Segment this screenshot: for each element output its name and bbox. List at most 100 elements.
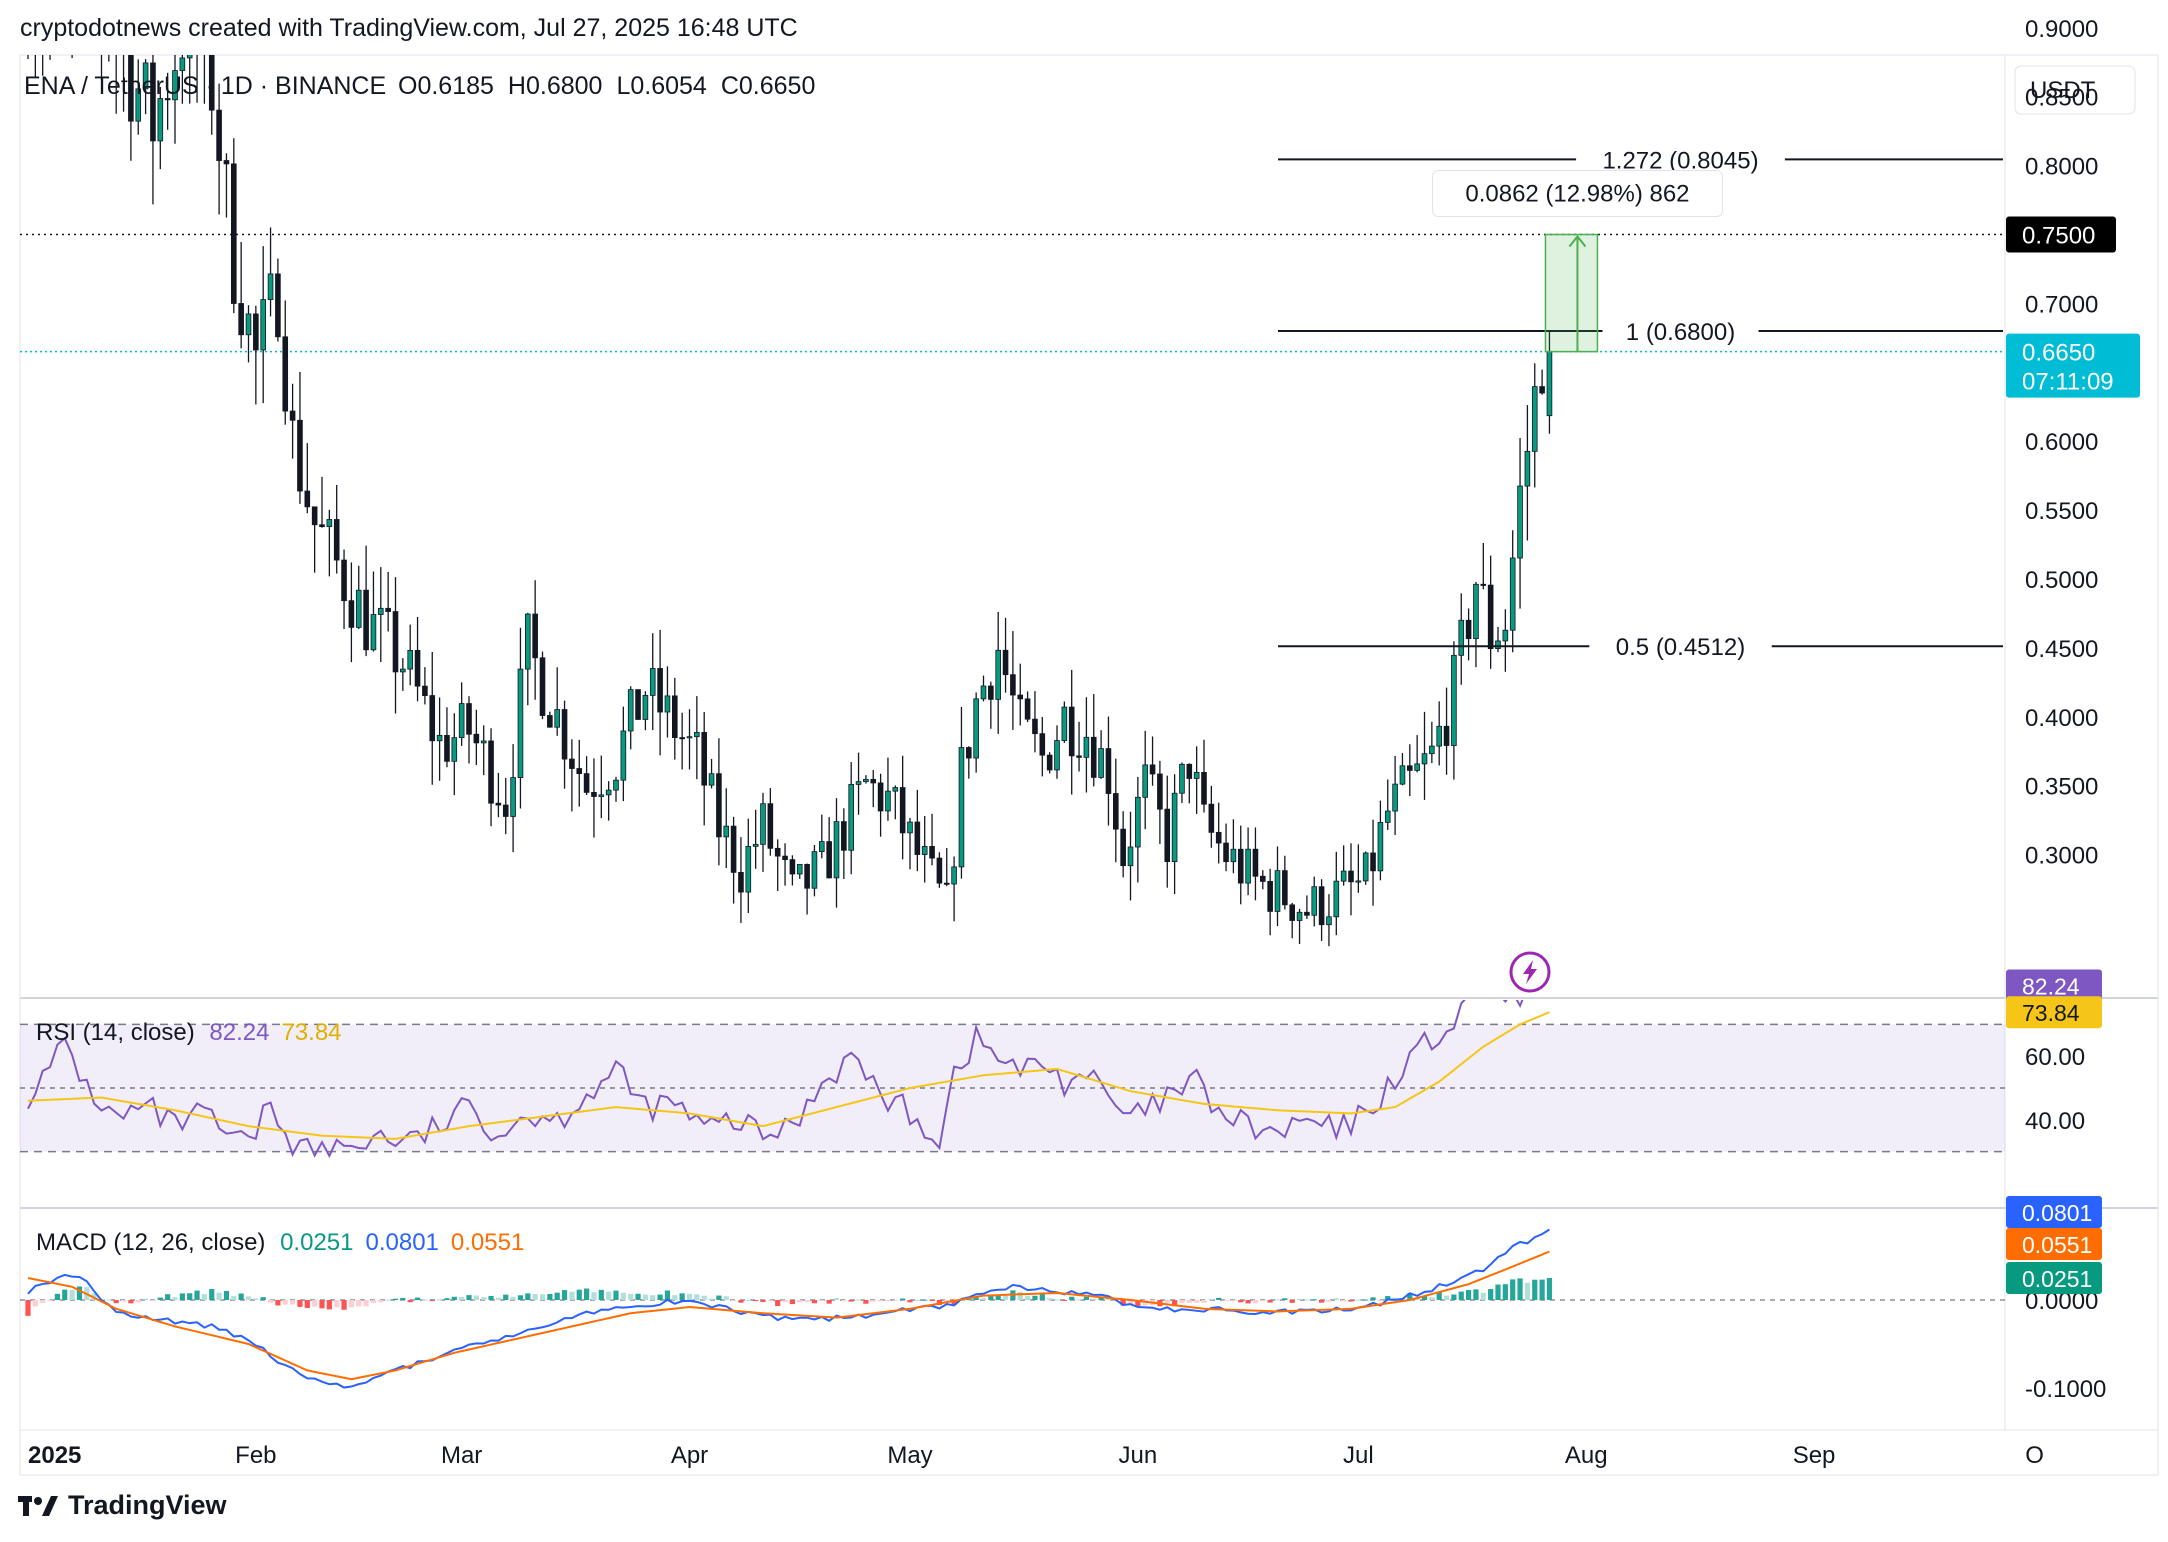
candle-body xyxy=(1384,810,1391,823)
candle xyxy=(392,577,399,714)
candle xyxy=(1076,721,1082,772)
candle-body xyxy=(1289,904,1296,921)
candle-body xyxy=(1113,793,1119,830)
candle xyxy=(1032,691,1038,753)
candle xyxy=(1046,752,1053,774)
candle xyxy=(1487,555,1494,669)
symbol-title[interactable]: ENA / TetherUS · 1D · BINANCE xyxy=(24,72,386,100)
price-pane[interactable]: 1.272 (0.8045)1 (0.6800)0.5 (0.4512)0.08… xyxy=(20,0,2005,947)
candle xyxy=(1451,641,1457,780)
candle xyxy=(885,757,891,821)
ohlc-legend: O0.6185 H0.6800 L0.6054 C0.6650 xyxy=(398,72,815,100)
macd-histogram-bar xyxy=(914,1299,920,1301)
macd-histogram-bar xyxy=(1238,1300,1244,1303)
macd-histogram-bar xyxy=(598,1289,604,1300)
candle xyxy=(400,658,406,691)
candle xyxy=(458,682,465,746)
candle xyxy=(1230,819,1237,874)
macd-histogram-bar xyxy=(1201,1300,1207,1303)
time-tick-label: Feb xyxy=(235,1442,276,1469)
candle xyxy=(1539,369,1545,395)
candle-body xyxy=(1208,803,1215,833)
candle xyxy=(804,863,810,915)
rsi-pane[interactable]: RSI (14, close) 82.24 73.8460.0040.0082.2… xyxy=(20,968,2102,1159)
macd-histogram-bar xyxy=(1341,1300,1347,1302)
candle xyxy=(723,788,730,869)
fib-label: 0.5 (0.4512) xyxy=(1616,634,1745,661)
candle-body xyxy=(936,857,943,884)
macd-histogram-bar xyxy=(260,1297,266,1300)
candle-body xyxy=(202,21,207,54)
candle xyxy=(1237,825,1244,905)
macd-histogram-bar xyxy=(1319,1300,1325,1303)
macd-histogram-bar xyxy=(40,1300,46,1303)
macd-histogram-bar xyxy=(878,1300,884,1302)
fib-level: 1 (0.6800) xyxy=(1278,319,2003,346)
candle-body xyxy=(885,790,891,812)
rsi-value: 82.24 xyxy=(209,1019,269,1046)
macd-value-tag-label: 0.0251 xyxy=(2022,1266,2092,1292)
candle-body xyxy=(414,649,421,687)
macd-value: 0.0801 xyxy=(365,1229,438,1256)
candle xyxy=(1289,902,1296,939)
tradingview-icon xyxy=(18,1495,58,1516)
lightning-icon[interactable] xyxy=(1509,951,1551,993)
macd-histogram-bar xyxy=(62,1289,68,1300)
candle-body xyxy=(966,747,972,759)
candle-body xyxy=(679,737,685,740)
macd-histogram-bar xyxy=(356,1300,362,1307)
candle-body xyxy=(914,821,921,855)
candle-body xyxy=(223,160,230,165)
candle xyxy=(26,0,31,60)
macd-histogram-bar xyxy=(414,1297,421,1300)
candle xyxy=(1054,725,1060,779)
price-axis[interactable]: 0.9000 0.8500 0.8000 0.7000 0.6000 0.5500 0.50… xyxy=(2006,16,2140,870)
macd-histogram-bar xyxy=(584,1288,590,1300)
macd-histogram-bar xyxy=(1311,1299,1317,1301)
trading-chart[interactable]: 1.272 (0.8045)1 (0.6800)0.5 (0.4512)0.08… xyxy=(0,0,2168,1542)
macd-histogram-bar xyxy=(782,1300,788,1303)
candle xyxy=(1179,762,1185,803)
candle-body xyxy=(1149,764,1156,775)
macd-histogram-bar xyxy=(429,1300,435,1302)
ohlc-value: 0.6185 xyxy=(417,72,493,100)
candle-body xyxy=(561,709,568,760)
tradingview-logo[interactable]: TradingView xyxy=(18,1490,227,1521)
price-tick-label: 0.4000 xyxy=(2025,705,2098,732)
macd-histogram-bar xyxy=(694,1294,700,1300)
candle-body xyxy=(1186,763,1193,779)
price-tick-label: 0.4500 xyxy=(2025,636,2098,663)
candle-body xyxy=(1127,846,1134,867)
macd-histogram-bar xyxy=(1517,1278,1523,1300)
candle-body xyxy=(591,792,597,797)
candle-body xyxy=(892,787,899,792)
time-axis[interactable]: 2025 Feb Mar Apr May Jun Jul Aug Sep O xyxy=(28,1442,2044,1469)
candle xyxy=(1384,779,1391,830)
macd-histogram-bar xyxy=(907,1300,913,1303)
candle xyxy=(547,711,553,728)
macd-histogram-bar xyxy=(1451,1294,1457,1300)
candle xyxy=(245,305,252,363)
candle xyxy=(796,863,803,879)
macd-pane[interactable]: MACD (12, 26, close) 0.0251 0.0801 0.0551 0… xyxy=(20,1196,2106,1403)
candle-body xyxy=(1370,852,1376,872)
candle-body xyxy=(26,0,31,38)
candle xyxy=(436,697,443,781)
candle-body xyxy=(1473,583,1479,640)
macd-histogram-bar xyxy=(642,1294,648,1300)
candle xyxy=(230,138,237,314)
candle xyxy=(1495,626,1501,653)
candle-body xyxy=(738,872,744,893)
time-tick-label: Mar xyxy=(441,1442,482,1469)
candle-body xyxy=(1260,875,1266,882)
candle xyxy=(1164,775,1171,888)
macd-histogram-bar xyxy=(473,1295,479,1300)
candle xyxy=(150,55,156,205)
macd-histogram-bar xyxy=(444,1298,450,1300)
macd-histogram-bar xyxy=(495,1297,501,1300)
macd-histogram-bar xyxy=(106,1299,112,1301)
candle xyxy=(1061,701,1068,743)
candle-body xyxy=(1495,640,1501,650)
signal-line xyxy=(27,1250,1550,1381)
candle xyxy=(55,0,60,23)
